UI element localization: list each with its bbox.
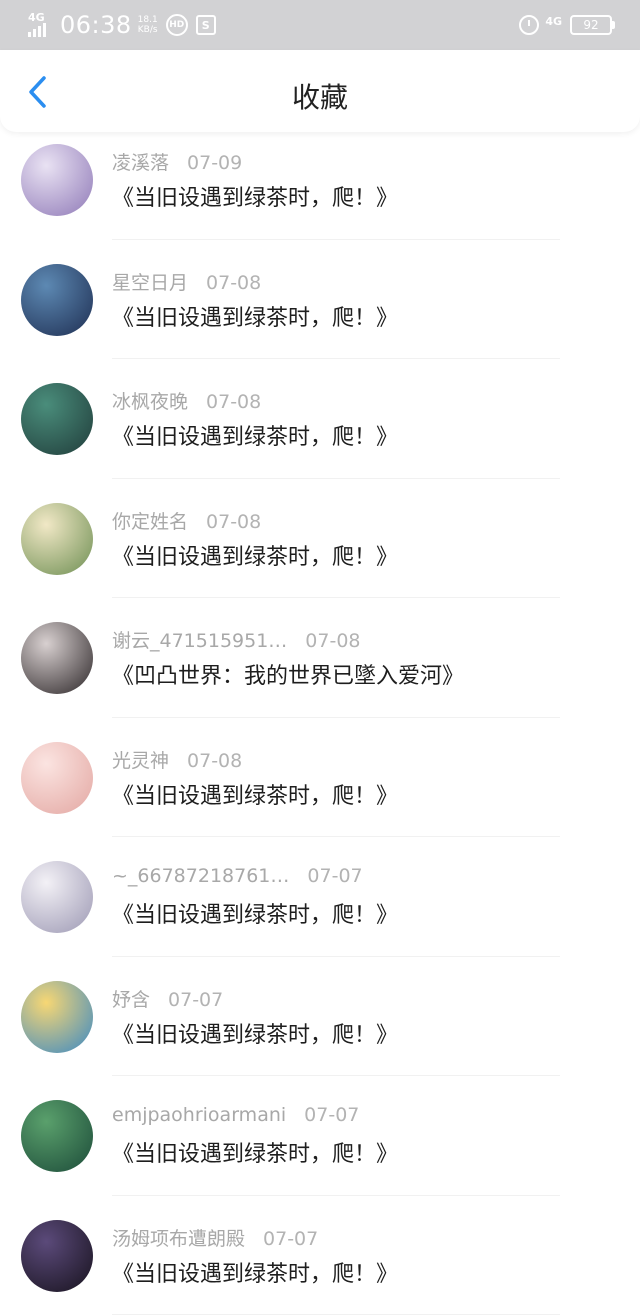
avatar[interactable] [21, 383, 93, 455]
clock: 06:38 [60, 11, 132, 39]
battery-level: 92 [583, 18, 598, 32]
list-item[interactable]: 你定姓名 07-08 《当旧设遇到绿茶时，爬！》 [0, 479, 640, 599]
date: 07-08 [206, 511, 261, 533]
avatar[interactable] [21, 981, 93, 1053]
username[interactable]: 凌溪落 [112, 152, 169, 174]
list-item[interactable]: 谢云_471515951… 07-08 《凹凸世界：我的世界已墜入爱河》 [0, 598, 640, 718]
username[interactable]: ~_66787218761… [112, 865, 289, 887]
list-item[interactable]: emjpaohrioarmani 07-07 《当旧设遇到绿茶时，爬！》 [0, 1076, 640, 1196]
date: 07-08 [206, 272, 261, 294]
date: 07-08 [305, 630, 360, 652]
list-item[interactable]: 汤姆项布遭朗殿 07-07 《当旧设遇到绿茶时，爬！》 [0, 1196, 640, 1315]
date: 07-07 [263, 1228, 318, 1250]
avatar[interactable] [21, 144, 93, 216]
item-meta: 星空日月 07-08 [112, 268, 261, 295]
list-item[interactable]: 星空日月 07-08 《当旧设遇到绿茶时，爬！》 [0, 240, 640, 360]
avatar[interactable] [21, 622, 93, 694]
item-meta: 冰枫夜晚 07-08 [112, 387, 261, 414]
avatar[interactable] [21, 1220, 93, 1292]
hd-icon: HD [166, 14, 188, 36]
battery-icon: 92 [570, 15, 612, 35]
book-title[interactable]: 《凹凸世界：我的世界已墜入爱河》 [112, 658, 464, 690]
date: 07-09 [187, 152, 242, 174]
book-title[interactable]: 《当旧设遇到绿茶时，爬！》 [112, 1017, 398, 1049]
avatar[interactable] [21, 1100, 93, 1172]
network-type-right: 4G [545, 15, 562, 28]
book-title[interactable]: 《当旧设遇到绿茶时，爬！》 [112, 300, 398, 332]
network-speed: 18.1 KB/s [138, 15, 158, 35]
status-bar: 4G 06:38 18.1 KB/s HD S 4G 92 [0, 0, 640, 50]
date: 07-07 [168, 989, 223, 1011]
username[interactable]: 你定姓名 [112, 511, 188, 533]
favorites-list: 凌溪落07-09《当旧设遇到绿茶时，爬！》星空日月07-08《当旧设遇到绿茶时，… [0, 120, 640, 1315]
list-item[interactable]: 冰枫夜晚 07-08 《当旧设遇到绿茶时，爬！》 [0, 359, 640, 479]
item-meta: ~_66787218761… 07-07 [112, 865, 363, 887]
username[interactable]: 冰枫夜晚 [112, 391, 188, 413]
list-item[interactable]: ~_66787218761… 07-07 《当旧设遇到绿茶时，爬！》 [0, 837, 640, 957]
list-item[interactable]: 凌溪落 07-09 《当旧设遇到绿茶时，爬！》 [0, 120, 640, 240]
date: 07-07 [307, 865, 362, 887]
signal-icon: 4G [28, 13, 54, 37]
list-item[interactable]: 妤含 07-07 《当旧设遇到绿茶时，爬！》 [0, 957, 640, 1077]
avatar[interactable] [21, 503, 93, 575]
date: 07-08 [206, 391, 261, 413]
username[interactable]: 谢云_471515951… [112, 630, 287, 652]
username[interactable]: 妤含 [112, 989, 150, 1011]
username[interactable]: emjpaohrioarmani [112, 1104, 286, 1126]
date: 07-07 [304, 1104, 359, 1126]
item-meta: emjpaohrioarmani 07-07 [112, 1104, 359, 1126]
book-title[interactable]: 《当旧设遇到绿茶时，爬！》 [112, 180, 398, 212]
username[interactable]: 汤姆项布遭朗殿 [112, 1228, 245, 1250]
book-title[interactable]: 《当旧设遇到绿茶时，爬！》 [112, 1256, 398, 1288]
item-meta: 谢云_471515951… 07-08 [112, 626, 361, 653]
status-right: 4G 92 [519, 15, 612, 35]
book-title[interactable]: 《当旧设遇到绿茶时，爬！》 [112, 897, 398, 929]
item-meta: 光灵神 07-08 [112, 746, 242, 773]
avatar[interactable] [21, 264, 93, 336]
book-title[interactable]: 《当旧设遇到绿茶时，爬！》 [112, 1136, 398, 1168]
username[interactable]: 星空日月 [112, 272, 188, 294]
item-meta: 汤姆项布遭朗殿 07-07 [112, 1224, 318, 1251]
alarm-icon [519, 15, 539, 35]
date: 07-08 [187, 750, 242, 772]
item-meta: 你定姓名 07-08 [112, 507, 261, 534]
username[interactable]: 光灵神 [112, 750, 169, 772]
book-title[interactable]: 《当旧设遇到绿茶时，爬！》 [112, 539, 398, 571]
book-title[interactable]: 《当旧设遇到绿茶时，爬！》 [112, 778, 398, 810]
avatar[interactable] [21, 861, 93, 933]
notification-icon: S [196, 15, 216, 35]
list-item[interactable]: 光灵神 07-08 《当旧设遇到绿茶时，爬！》 [0, 718, 640, 838]
status-left: 4G 06:38 18.1 KB/s HD S [28, 11, 216, 39]
item-meta: 凌溪落 07-09 [112, 148, 242, 175]
book-title[interactable]: 《当旧设遇到绿茶时，爬！》 [112, 419, 398, 451]
avatar[interactable] [21, 742, 93, 814]
item-meta: 妤含 07-07 [112, 985, 223, 1012]
